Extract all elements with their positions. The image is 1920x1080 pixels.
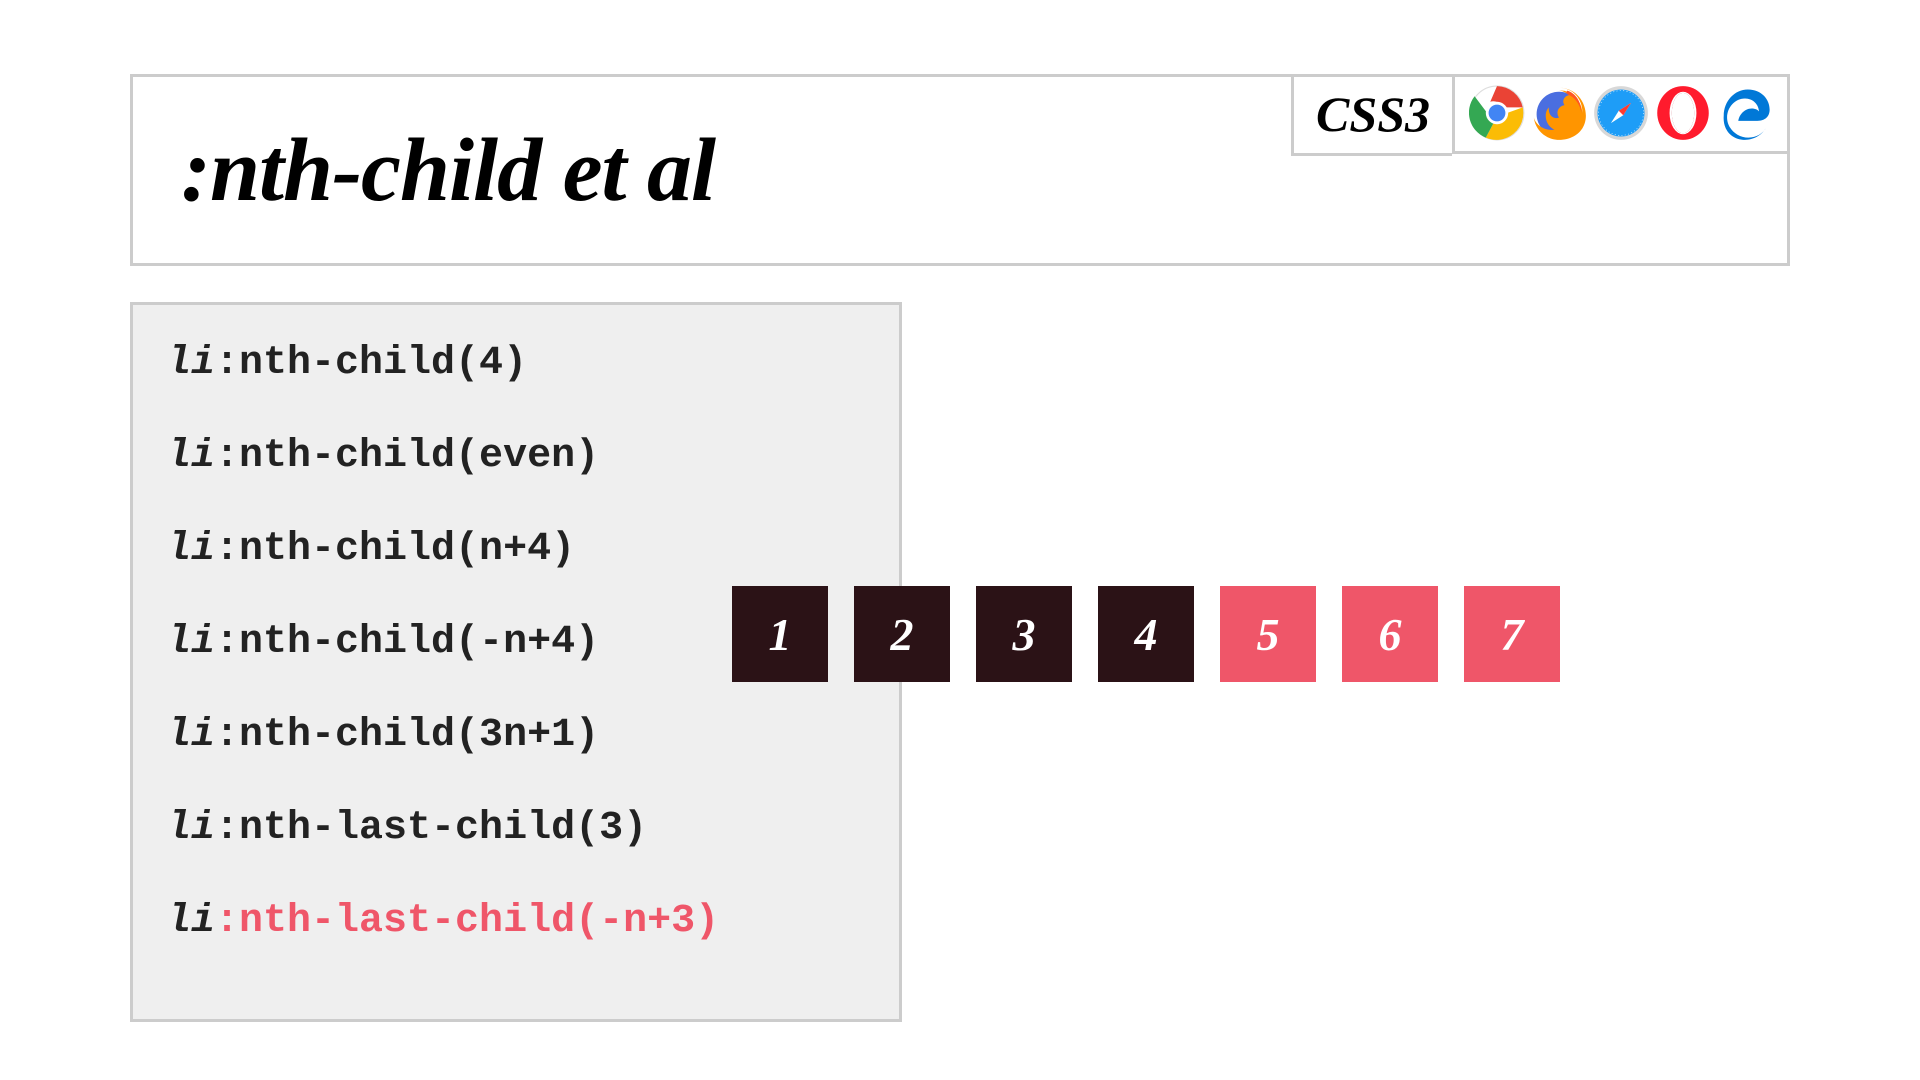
code-line: li:nth-child(even) xyxy=(167,434,865,479)
chrome-icon xyxy=(1469,85,1525,141)
list-item-matched: 7 xyxy=(1464,586,1560,682)
code-element: li xyxy=(167,899,215,944)
code-element: li xyxy=(167,713,215,758)
list-item: 1 xyxy=(732,586,828,682)
slide: :nth-child et al CSS3 xyxy=(0,0,1920,1080)
code-element: li xyxy=(167,527,215,572)
browser-support-icons xyxy=(1452,77,1787,154)
title-cell: :nth-child et al xyxy=(133,77,1291,263)
code-selector: :nth-child(even) xyxy=(215,434,599,479)
header-badges: CSS3 xyxy=(1291,77,1787,263)
code-selector: :nth-child(n+4) xyxy=(215,527,575,572)
code-line: li:nth-last-child(3) xyxy=(167,806,865,851)
list-item: 4 xyxy=(1098,586,1194,682)
code-element: li xyxy=(167,620,215,665)
code-selector: :nth-child(4) xyxy=(215,341,527,386)
code-element: li xyxy=(167,341,215,386)
list-item: 2 xyxy=(854,586,950,682)
code-element: li xyxy=(167,434,215,479)
code-line: li:nth-child(4) xyxy=(167,341,865,386)
code-selector: :nth-last-child(-n+3) xyxy=(215,899,719,944)
list-item: 3 xyxy=(976,586,1072,682)
list-item-matched: 6 xyxy=(1342,586,1438,682)
code-selector: :nth-child(-n+4) xyxy=(215,620,599,665)
edge-icon xyxy=(1717,85,1773,141)
code-line: li:nth-child(n+4) xyxy=(167,527,865,572)
safari-icon xyxy=(1593,85,1649,141)
demo-list: 1 2 3 4 5 6 7 xyxy=(732,586,1560,682)
slide-header: :nth-child et al CSS3 xyxy=(130,74,1790,266)
code-line-active: li:nth-last-child(-n+3) xyxy=(167,899,865,944)
opera-icon xyxy=(1655,85,1711,141)
code-element: li xyxy=(167,806,215,851)
slide-title: :nth-child et al xyxy=(181,119,715,222)
spec-badge: CSS3 xyxy=(1291,77,1452,156)
code-selector: :nth-child(3n+1) xyxy=(215,713,599,758)
firefox-icon xyxy=(1531,85,1587,141)
code-line: li:nth-child(3n+1) xyxy=(167,713,865,758)
list-item-matched: 5 xyxy=(1220,586,1316,682)
code-selector: :nth-last-child(3) xyxy=(215,806,647,851)
